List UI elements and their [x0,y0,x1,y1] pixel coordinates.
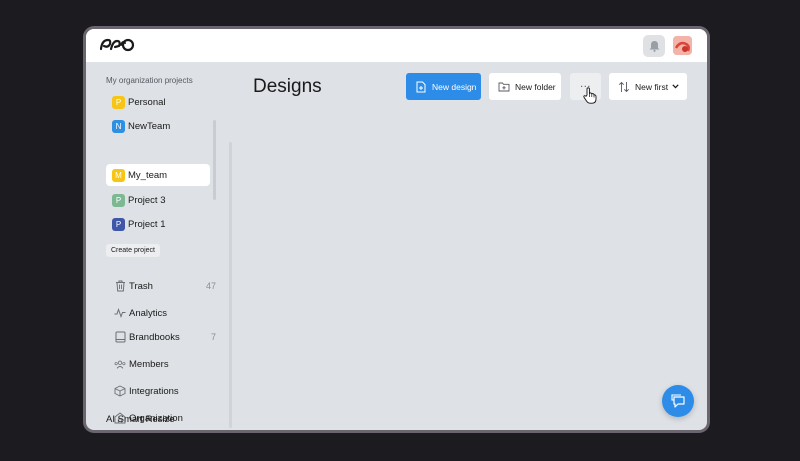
nav-members[interactable]: Members [114,356,216,372]
project-badge: P [112,217,125,231]
analytics-icon [114,307,126,319]
nav-trash[interactable]: Trash 47 [114,278,216,294]
chat-support-button[interactable] [662,385,694,417]
project-badge: N [112,119,125,133]
book-icon [114,331,126,343]
nav-label: Integrations [129,385,179,397]
sidebar: My organization projects P Personal N Ne… [86,62,232,430]
avatar-image-icon [673,36,692,55]
project-badge: P [112,95,125,109]
hand-pointer-icon [583,87,597,104]
project-project-3[interactable]: P Project 3 [106,189,210,211]
new-folder-label: New folder [515,81,556,92]
projects-scrollbar[interactable] [213,120,216,200]
new-design-label: New design [432,81,477,92]
sidebar-scrollbar[interactable] [229,142,232,428]
nav-integrations[interactable]: Integrations [114,383,216,399]
new-folder-icon [498,81,510,93]
app-window: My organization projects P Personal N Ne… [86,29,707,430]
brandbooks-count: 7 [210,332,216,342]
sort-dropdown[interactable]: New first [609,73,687,100]
project-label: NewTeam [128,120,171,132]
top-bar [86,29,707,62]
chevron-down-icon [672,84,679,89]
nav-brandbooks[interactable]: Brandbooks 7 [114,329,216,345]
notifications-button[interactable] [643,35,665,57]
project-label: Personal [128,96,166,108]
page-title: Designs [253,76,322,97]
new-folder-button[interactable]: New folder [489,73,561,100]
create-project-button[interactable]: Create project [106,244,160,257]
projects-section-title: My organization projects [106,76,193,85]
nav-label: Analytics [129,307,168,319]
brand-logo[interactable] [99,37,136,53]
trash-icon [114,280,126,292]
project-label: My_team [128,169,168,181]
new-file-icon [415,81,427,93]
project-badge: M [112,168,125,182]
trash-count: 47 [205,281,216,291]
project-personal[interactable]: P Personal [106,91,210,113]
project-label: Project 3 [128,194,166,206]
nav-label: Members [129,358,169,370]
project-newteam[interactable]: N NewTeam [106,115,210,137]
chat-icon [671,393,685,408]
project-badge: P [112,193,125,207]
user-avatar[interactable] [673,36,692,55]
members-icon [114,358,126,370]
project-my-team[interactable]: M My_team [106,164,210,186]
nav-label: Brandbooks [129,331,180,343]
cube-icon [114,385,126,397]
project-project-1[interactable]: P Project 1 [106,213,210,235]
sort-label: New first [635,81,669,92]
nav-label: Trash [129,280,153,292]
project-label: Project 1 [128,218,166,230]
sort-icon [618,81,630,93]
nav-analytics[interactable]: Analytics [114,305,216,321]
new-design-button[interactable]: New design [406,73,481,100]
bell-icon [649,41,659,52]
ai-smart-resize-link[interactable]: AI Smart Resize [106,414,175,425]
